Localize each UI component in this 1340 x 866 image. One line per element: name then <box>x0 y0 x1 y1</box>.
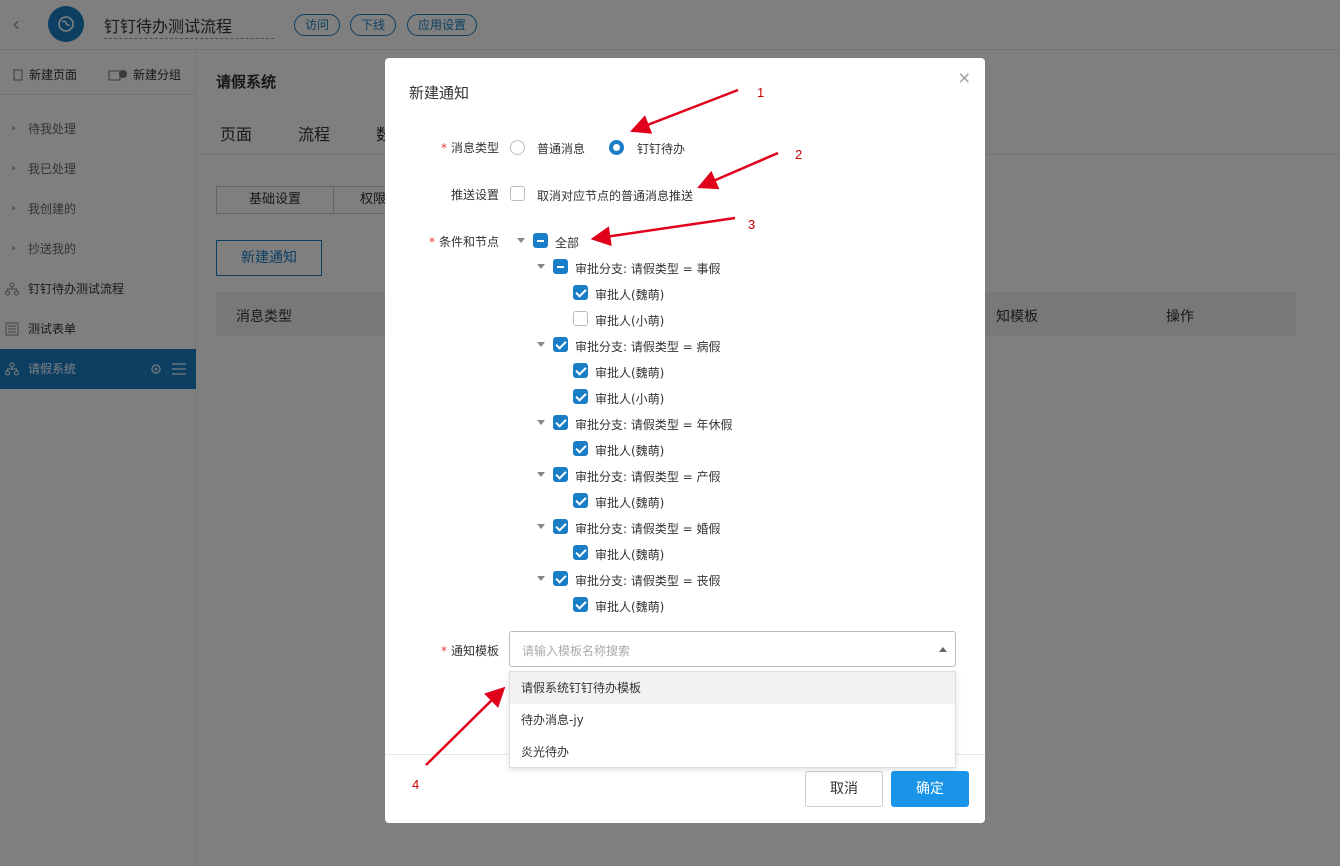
tree-expand-icon[interactable] <box>537 342 545 347</box>
annotation-label: 4 <box>412 777 420 792</box>
close-icon[interactable]: × <box>958 68 971 87</box>
tree-checkbox-approver[interactable] <box>573 311 588 326</box>
template-select[interactable]: 请输入模板名称搜索 <box>509 631 956 667</box>
tree-node-branch: 审批分支: 请假类型 = 事假 <box>575 262 721 276</box>
template-dropdown: 请假系统钉钉待办模板 待办消息-jy 炎光待办 <box>509 671 956 768</box>
tree-node-approver: 审批人(小萌) <box>595 392 665 406</box>
tree-node-approver: 审批人(魏萌) <box>595 288 665 302</box>
cancel-button[interactable]: 取消 <box>805 771 883 807</box>
tree-node-branch: 审批分支: 请假类型 = 产假 <box>575 470 721 484</box>
tree-node-branch: 审批分支: 请假类型 = 丧假 <box>575 574 721 588</box>
tree-node-approver: 审批人(魏萌) <box>595 444 665 458</box>
conditions-label: * 条件和节点 <box>428 235 499 249</box>
radio-normal-message[interactable] <box>510 140 525 155</box>
dialog-title: 新建通知 <box>409 84 470 102</box>
tree-checkbox-approver[interactable] <box>573 441 588 456</box>
cancel-normal-push-checkbox[interactable] <box>510 186 525 201</box>
tree-node-branch: 审批分支: 请假类型 = 年休假 <box>575 418 733 432</box>
tree-node-approver: 审批人(魏萌) <box>595 600 665 614</box>
tree-checkbox-approver[interactable] <box>573 597 588 612</box>
template-label: * 通知模板 <box>440 644 499 658</box>
tree-expand-icon[interactable] <box>537 420 545 425</box>
tree-node-branch: 审批分支: 请假类型 = 婚假 <box>575 522 721 536</box>
annotation-label: 3 <box>748 217 756 232</box>
radio-dingtalk-todo-label: 钉钉待办 <box>637 142 686 156</box>
annotation-label: 1 <box>757 85 765 100</box>
tree-checkbox-branch[interactable] <box>553 571 568 586</box>
new-notice-dialog: 新建通知 × * 消息类型 普通消息 钉钉待办 推送设置 取消对应节点的普通消息推… <box>385 58 985 823</box>
tree-node-all: 全部 <box>555 236 580 250</box>
cancel-normal-push-label: 取消对应节点的普通消息推送 <box>537 189 694 203</box>
tree-checkbox-approver[interactable] <box>573 545 588 560</box>
radio-dingtalk-todo[interactable] <box>609 140 624 155</box>
dropdown-option[interactable]: 待办消息-jy <box>510 704 955 736</box>
tree-expand-icon[interactable] <box>517 238 525 243</box>
tree-expand-icon[interactable] <box>537 472 545 477</box>
tree-node-approver: 审批人(魏萌) <box>595 366 665 380</box>
push-settings-label: 推送设置 <box>450 188 499 202</box>
chevron-up-icon <box>939 647 947 652</box>
tree-checkbox-all[interactable] <box>533 233 548 248</box>
tree-checkbox-approver[interactable] <box>573 285 588 300</box>
confirm-button[interactable]: 确定 <box>891 771 969 807</box>
tree-node-approver: 审批人(魏萌) <box>595 496 665 510</box>
dropdown-option[interactable]: 请假系统钉钉待办模板 <box>510 672 955 704</box>
tree-checkbox-branch[interactable] <box>553 467 568 482</box>
tree-expand-icon[interactable] <box>537 576 545 581</box>
tree-expand-icon[interactable] <box>537 264 545 269</box>
annotation-label: 2 <box>795 147 803 162</box>
tree-node-approver: 审批人(魏萌) <box>595 548 665 562</box>
message-type-label: * 消息类型 <box>440 141 499 155</box>
tree-expand-icon[interactable] <box>537 524 545 529</box>
radio-normal-message-label: 普通消息 <box>537 142 586 156</box>
template-placeholder: 请输入模板名称搜索 <box>522 644 631 658</box>
dropdown-option[interactable]: 炎光待办 <box>510 736 955 768</box>
tree-checkbox-branch[interactable] <box>553 519 568 534</box>
tree-checkbox-approver[interactable] <box>573 389 588 404</box>
tree-node-branch: 审批分支: 请假类型 = 病假 <box>575 340 721 354</box>
tree-checkbox-branch[interactable] <box>553 259 568 274</box>
tree-checkbox-branch[interactable] <box>553 415 568 430</box>
tree-checkbox-branch[interactable] <box>553 337 568 352</box>
tree-node-approver: 审批人(小萌) <box>595 314 665 328</box>
tree-checkbox-approver[interactable] <box>573 493 588 508</box>
tree-checkbox-approver[interactable] <box>573 363 588 378</box>
